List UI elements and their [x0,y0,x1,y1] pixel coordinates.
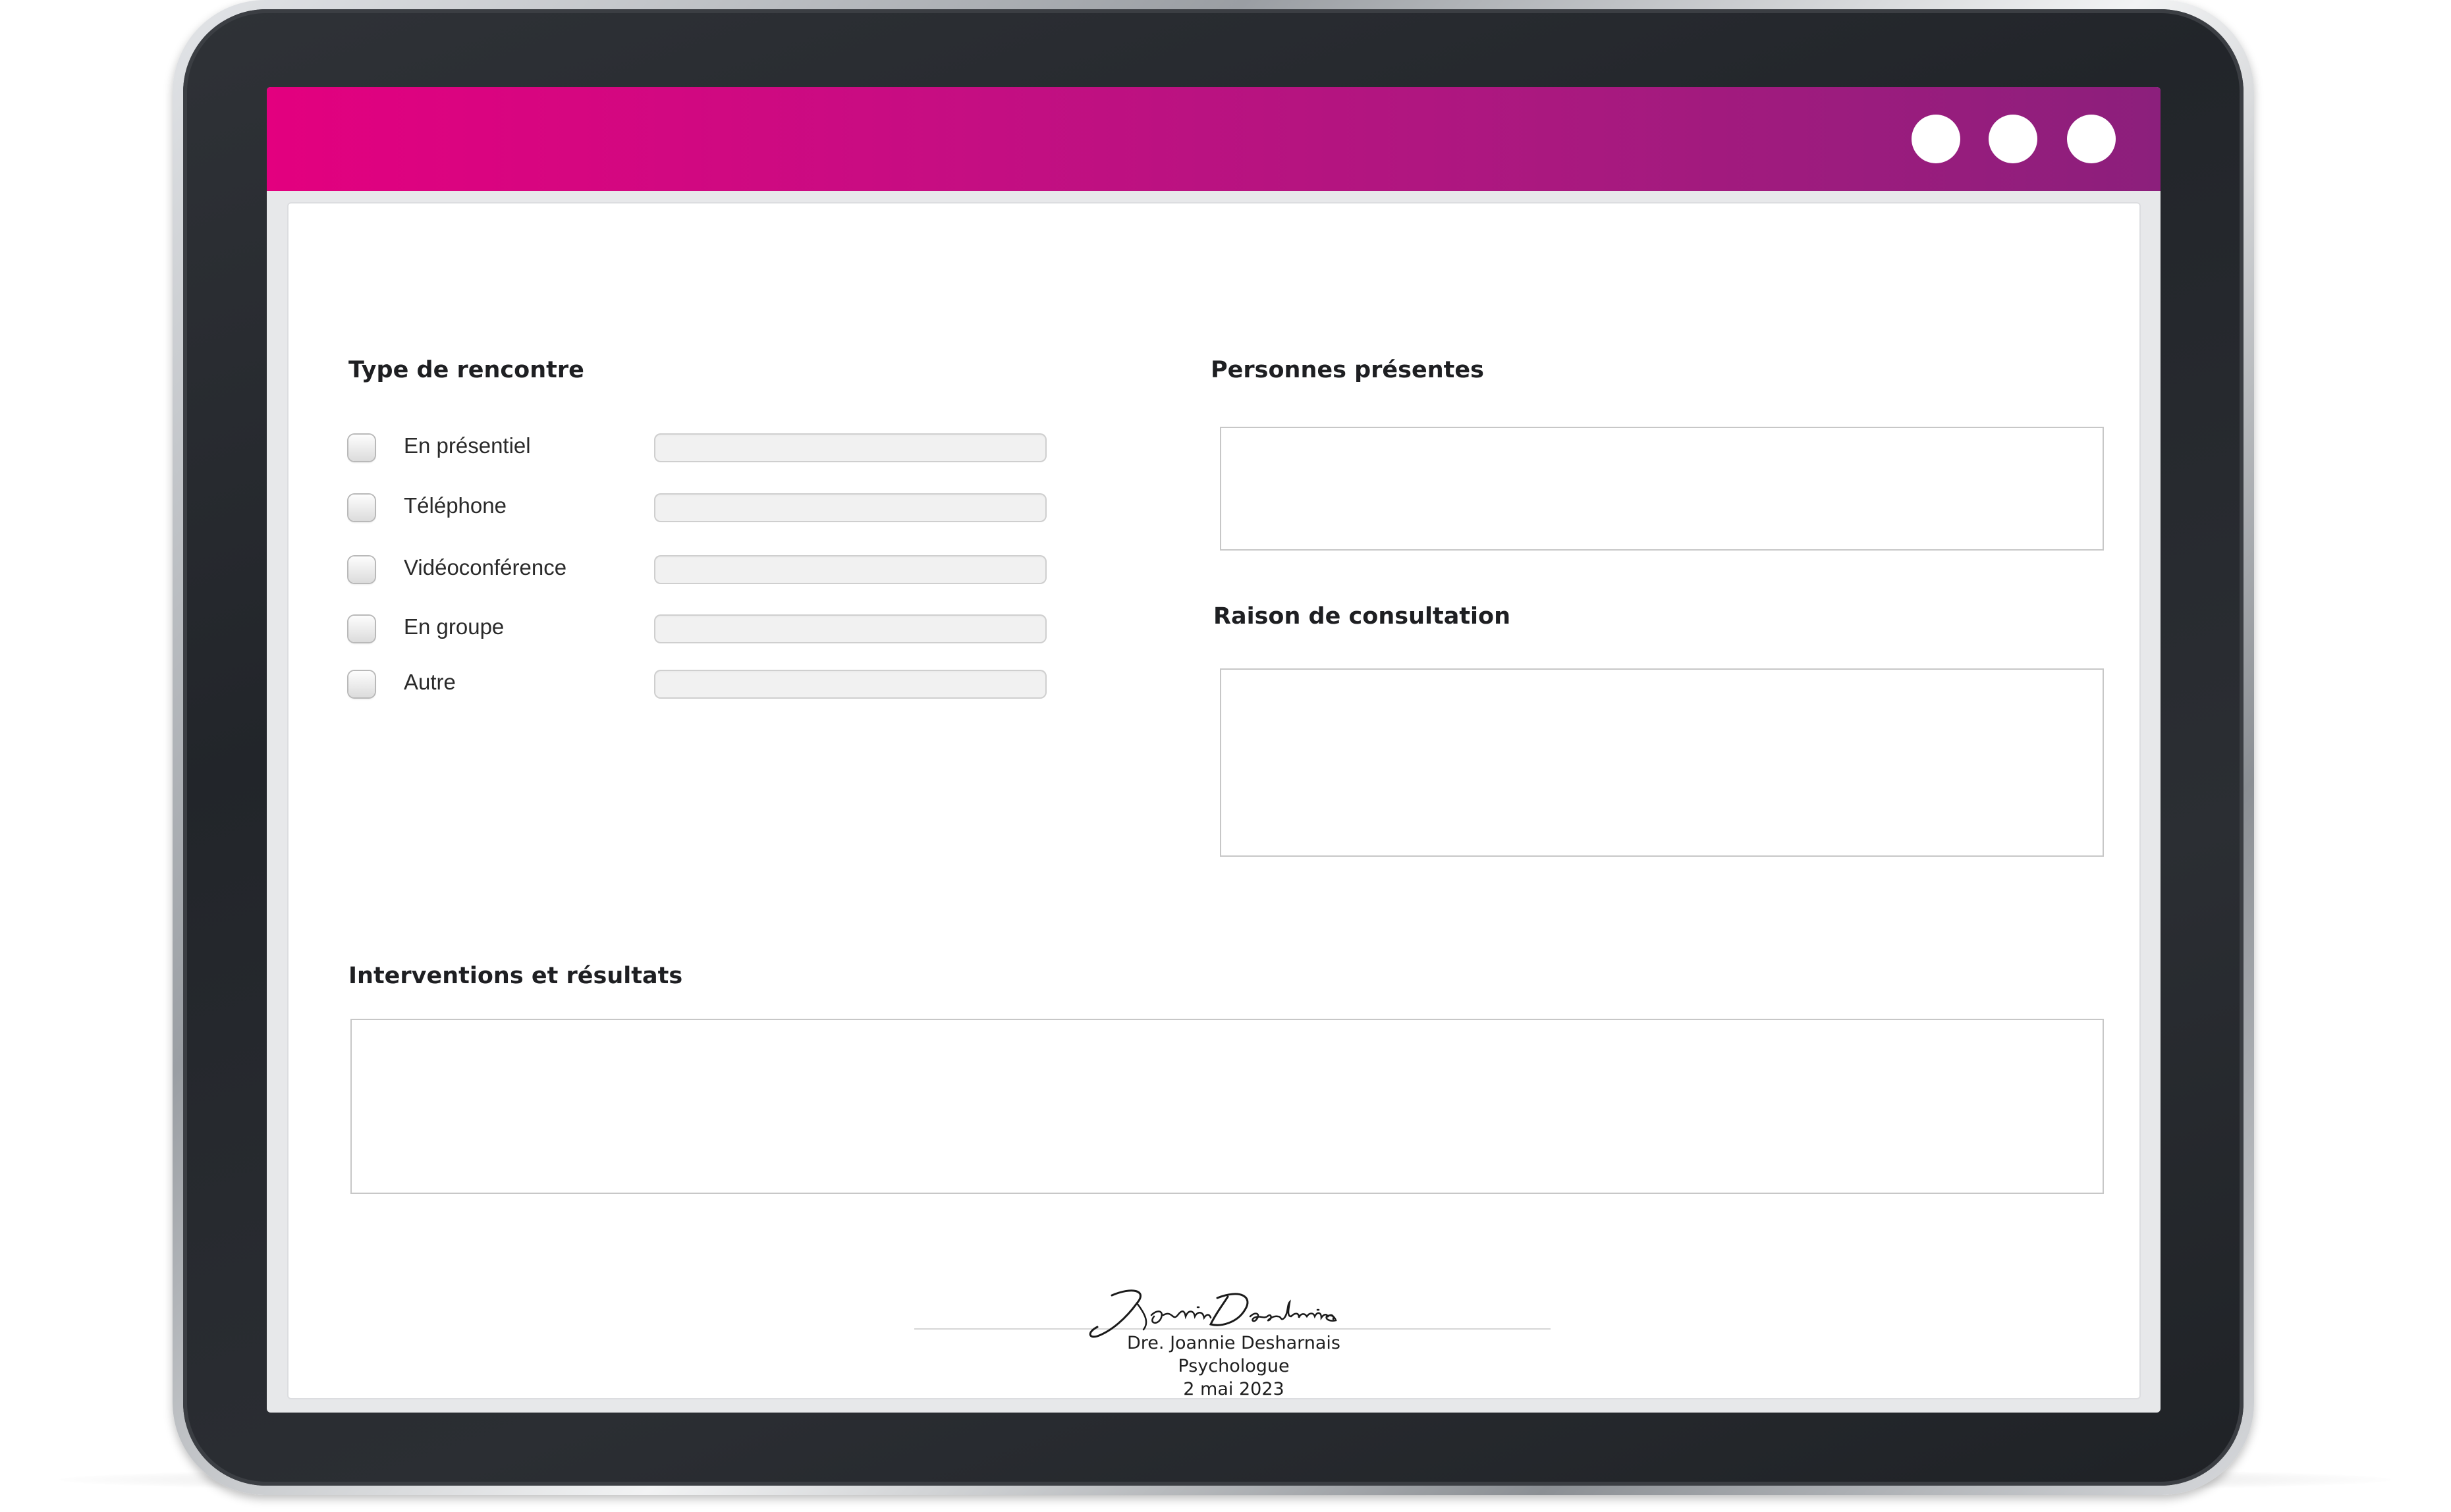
stage: Type de rencontre En présentiel Téléphon… [0,0,2451,1512]
option-row-telephone: Téléphone [348,492,1047,525]
option-label: Autre [404,670,456,694]
window-control-button[interactable] [2067,115,2116,163]
signatory-role: Psychologue [1178,1356,1290,1376]
option-field-telephone[interactable] [654,493,1047,522]
checkbox-en-presentiel[interactable] [348,435,375,461]
option-row-en-groupe: En groupe [348,613,1047,646]
interventions-section-title: Interventions et résultats [348,963,683,989]
option-label: En présentiel [404,433,531,458]
window-control-button[interactable] [1989,115,2037,163]
option-row-autre: Autre [348,668,1047,701]
option-field-en-presentiel[interactable] [654,433,1047,462]
checkbox-autre[interactable] [348,671,375,697]
present-persons-textarea[interactable] [1220,427,2104,551]
option-label: Téléphone [404,493,507,518]
checkbox-en-groupe[interactable] [348,616,375,642]
signatory-name: Dre. Joannie Desharnais [1127,1333,1340,1353]
option-row-videoconference: Vidéoconférence [348,554,1047,587]
type-section-title: Type de rencontre [348,357,584,383]
option-label: Vidéoconférence [404,555,567,580]
checkbox-videoconference[interactable] [348,556,375,583]
signature-date: 2 mai 2023 [1183,1379,1284,1399]
reason-section-title: Raison de consultation [1213,603,1511,630]
option-field-autre[interactable] [654,670,1047,699]
option-label: En groupe [404,614,505,639]
option-row-en-presentiel: En présentiel [348,432,1047,465]
interventions-textarea[interactable] [350,1019,2104,1194]
option-field-en-groupe[interactable] [654,614,1047,643]
app-window: Type de rencontre En présentiel Téléphon… [267,87,2161,1413]
window-titlebar [267,87,2161,191]
window-control-button[interactable] [1912,115,1960,163]
form-page: Type de rencontre En présentiel Téléphon… [289,203,2139,1399]
option-field-videoconference[interactable] [654,555,1047,584]
reason-textarea[interactable] [1220,668,2104,857]
present-section-title: Personnes présentes [1211,357,1484,383]
checkbox-telephone[interactable] [348,495,375,521]
